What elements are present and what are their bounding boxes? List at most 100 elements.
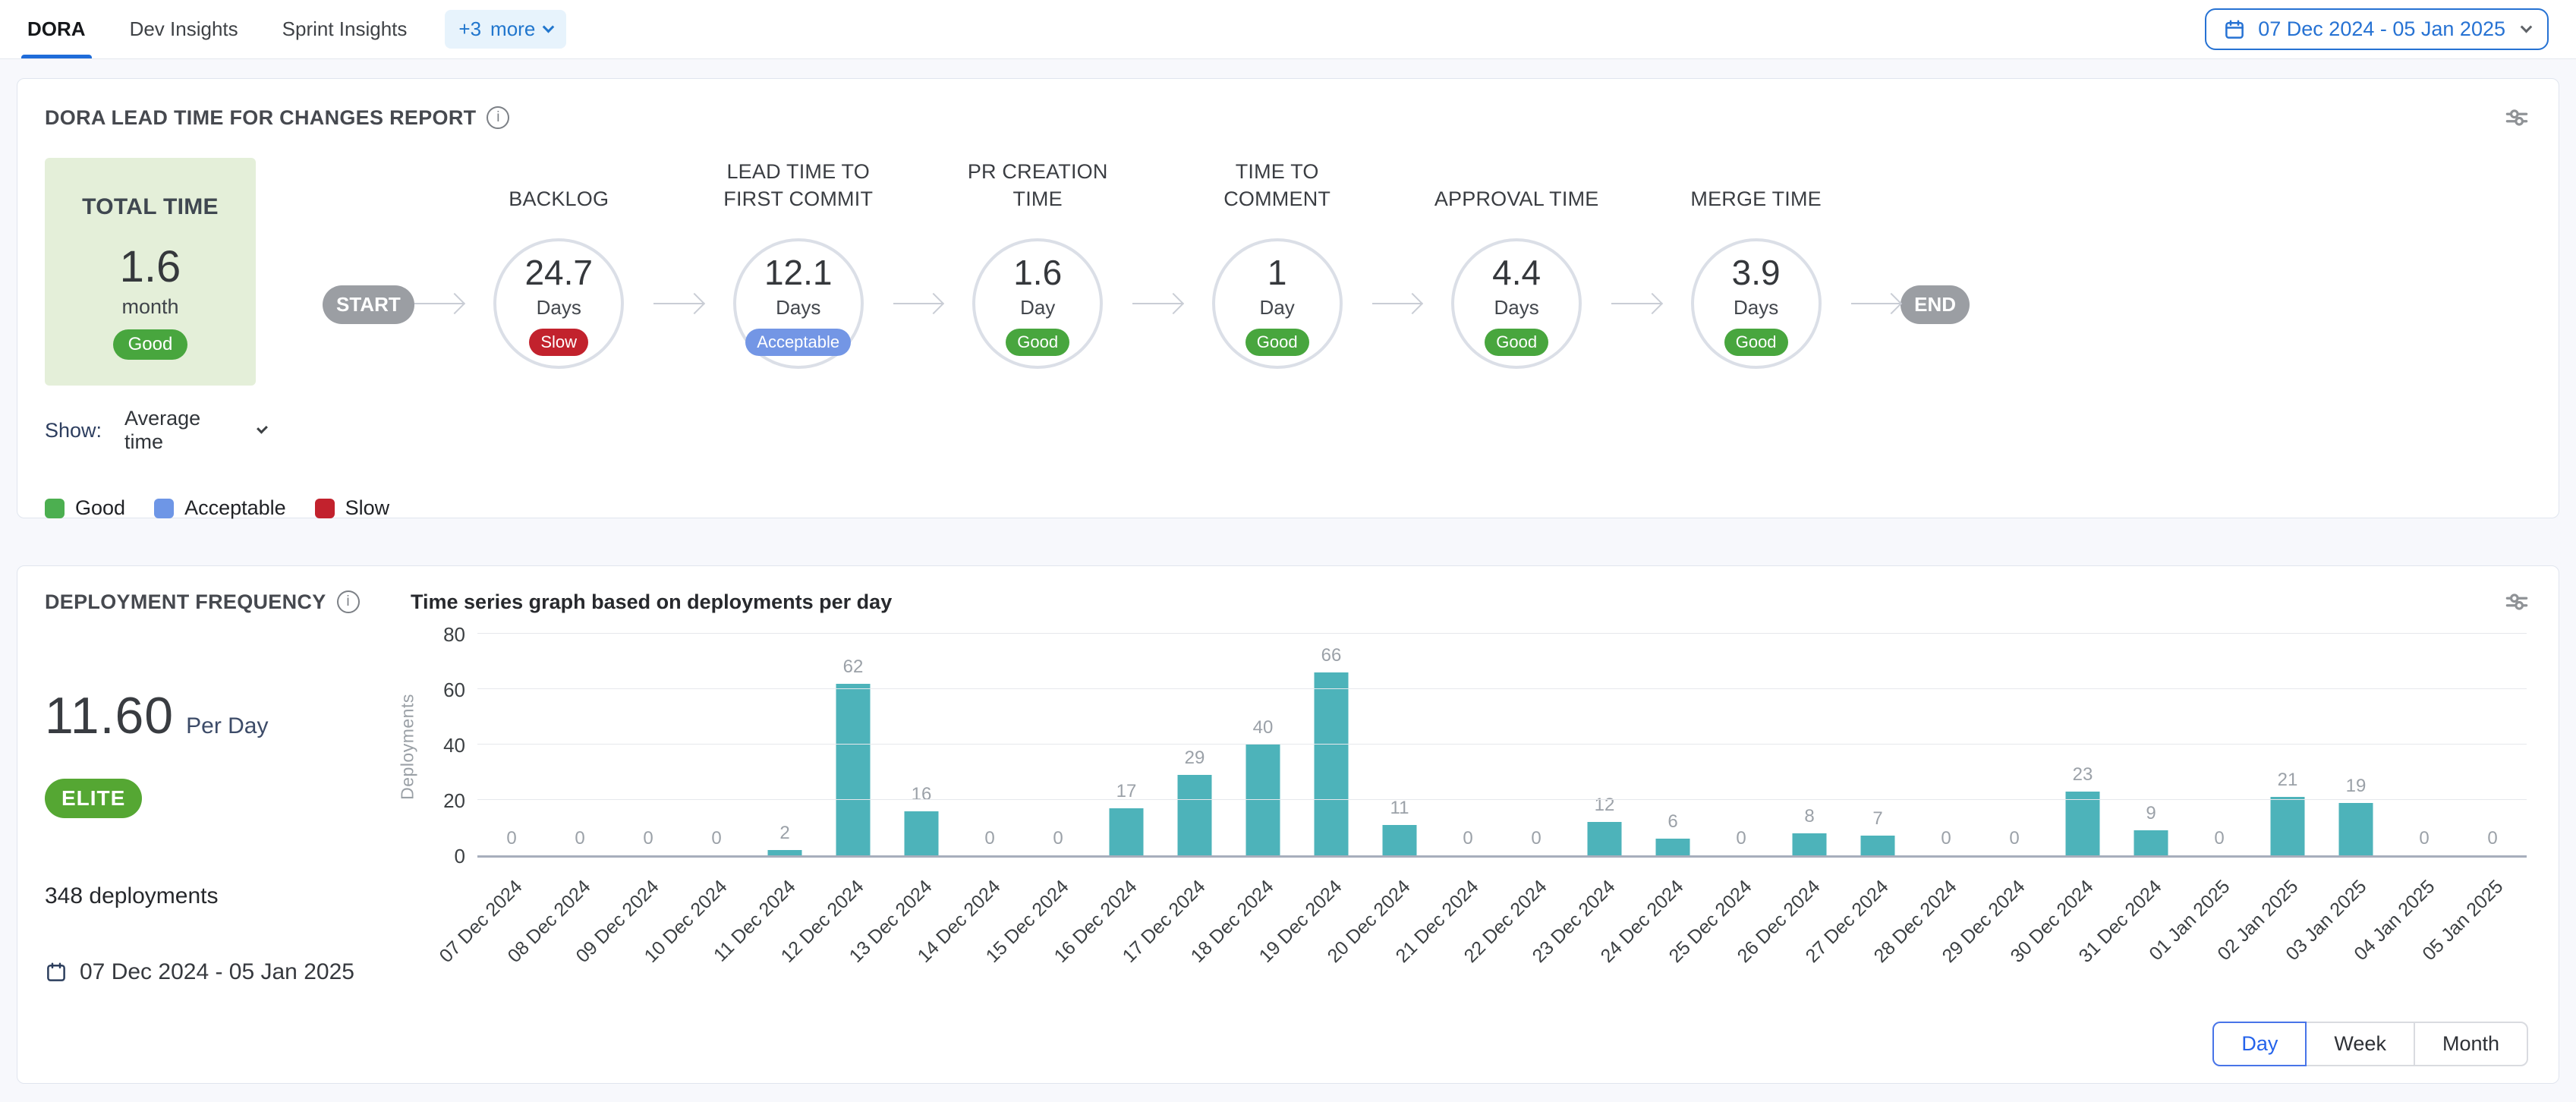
chart-bar-slot: 2	[751, 636, 819, 855]
tab-dev-insights[interactable]: Dev Insights	[130, 0, 238, 58]
stage-unit: Day	[1260, 296, 1295, 320]
bar-value-label: 6	[1667, 811, 1677, 833]
deployments-bar-chart: Deployments 020406080 000026216001729406…	[388, 636, 2531, 993]
stage-unit: Days	[1494, 296, 1539, 320]
lead-time-panel-title: DORA LEAD TIME FOR CHANGES REPORT	[45, 106, 476, 130]
flow-arrow-icon	[1132, 303, 1182, 304]
bar-value-label: 0	[2009, 828, 2019, 849]
chart-bar[interactable]	[1861, 836, 1895, 855]
bar-value-label: 8	[1804, 806, 1814, 827]
deployment-frequency-panel: DEPLOYMENT FREQUENCY Time series graph b…	[17, 565, 2559, 1084]
lead-time-panel-header: DORA LEAD TIME FOR CHANGES REPORT	[45, 103, 2531, 132]
elite-tier-badge: ELITE	[45, 779, 142, 818]
bar-value-label: 0	[711, 828, 721, 849]
chart-bar[interactable]	[768, 850, 802, 855]
deployment-rate: 11.60 Per Day	[45, 686, 388, 745]
bar-value-label: 0	[1736, 828, 1746, 849]
stage-label: APPROVAL TIME	[1434, 158, 1599, 213]
chart-bar-slot: 0	[1707, 636, 1775, 855]
tab-dora[interactable]: DORA	[27, 0, 86, 58]
chart-bar[interactable]	[1383, 825, 1417, 855]
status-badge: Good	[1245, 329, 1309, 356]
show-dropdown-value: Average time	[124, 407, 203, 454]
legend-swatch	[154, 499, 174, 518]
chart-bar[interactable]	[836, 684, 871, 855]
legend-swatch	[315, 499, 335, 518]
bar-value-label: 9	[2146, 803, 2156, 824]
stage-value: 1.6	[1013, 252, 1062, 293]
info-icon[interactable]	[337, 590, 360, 613]
deployment-rate-unit: Per Day	[186, 713, 268, 739]
gridline	[477, 744, 2527, 745]
deployment-date-range-text: 07 Dec 2024 - 05 Jan 2025	[80, 959, 354, 985]
chart-bar[interactable]	[2339, 803, 2373, 855]
stage-unit: Days	[1734, 296, 1778, 320]
legend-item-acceptable: Acceptable	[154, 496, 286, 520]
stage-label: TIME TO COMMENT	[1183, 158, 1372, 213]
stage-value: 1	[1268, 252, 1287, 293]
deployment-title-group: DEPLOYMENT FREQUENCY	[45, 590, 388, 614]
granularity-month[interactable]: Month	[2414, 1022, 2528, 1066]
chart-bar[interactable]	[1793, 833, 1827, 855]
legend-item-good: Good	[45, 496, 125, 520]
chart-bar[interactable]	[2134, 830, 2168, 855]
bar-value-label: 40	[1253, 717, 1274, 738]
stage-circle: 3.9DaysGood	[1691, 238, 1822, 369]
legend-label: Acceptable	[184, 496, 286, 520]
bar-value-label: 0	[1463, 828, 1472, 849]
stage-value: 24.7	[524, 252, 593, 293]
status-badge: Slow	[529, 329, 588, 356]
date-range-picker[interactable]: 07 Dec 2024 - 05 Jan 2025	[2205, 8, 2549, 50]
chart-bar[interactable]	[2271, 797, 2305, 855]
chart-bar[interactable]	[1110, 808, 1144, 855]
tab-sprint-insights[interactable]: Sprint Insights	[282, 0, 408, 58]
chart-settings-button[interactable]	[2502, 103, 2531, 132]
bar-value-label: 62	[843, 656, 864, 678]
show-row: Show: Average time	[45, 407, 256, 454]
stage-value: 4.4	[1492, 252, 1541, 293]
chart-bar[interactable]	[1588, 822, 1622, 855]
chevron-down-icon	[2521, 21, 2533, 33]
chart-bar-slot: 0	[956, 636, 1024, 855]
bar-value-label: 0	[1941, 828, 1951, 849]
info-icon[interactable]	[487, 106, 509, 129]
show-average-dropdown[interactable]: Average time	[102, 407, 266, 454]
stage-circle: 4.4 Days Good	[1451, 238, 1582, 369]
chart-bar[interactable]	[1315, 672, 1349, 855]
status-badge: Good	[1485, 329, 1548, 356]
deployment-panel-title: DEPLOYMENT FREQUENCY	[45, 590, 326, 614]
y-axis: 020406080	[418, 636, 465, 858]
total-time-card: TOTAL TIME 1.6 month Good	[45, 158, 256, 386]
flow-stage-time-to-comment: TIME TO COMMENT 1 Day Good	[1183, 158, 1372, 369]
chart-title: Time series graph based on deployments p…	[388, 590, 892, 614]
dora-dashboard: DORADev InsightsSprint Insights +3 more …	[0, 0, 2576, 1102]
deployment-panel-header: DEPLOYMENT FREQUENCY Time series graph b…	[45, 587, 2531, 616]
y-axis-tick: 80	[443, 623, 465, 647]
chart-settings-button[interactable]	[2502, 587, 2531, 616]
bar-value-label: 0	[1053, 828, 1063, 849]
flow-stage-lead-time-to-first-commit: LEAD TIME TO FIRST COMMIT12.1DaysAccepta…	[704, 158, 893, 369]
chart-bar[interactable]	[1246, 745, 1280, 855]
status-badge: Good	[1724, 329, 1788, 356]
granularity-week[interactable]: Week	[2305, 1022, 2415, 1066]
bar-value-label: 0	[984, 828, 994, 849]
chart-bars: 0000262160017294066110012608700239021190…	[477, 636, 2527, 855]
stage-unit: Day	[1020, 296, 1055, 320]
chart-bar-slot: 19	[2322, 636, 2390, 855]
chart-bar-slot: 23	[2049, 636, 2117, 855]
chart-bar[interactable]	[1656, 839, 1690, 855]
flow-stage-merge-time: MERGE TIME3.9DaysGood	[1661, 158, 1851, 369]
bar-value-label: 11	[1390, 798, 1409, 819]
more-tabs-button[interactable]: +3 more	[445, 10, 566, 49]
granularity-toggle: DayWeekMonth	[2212, 1022, 2528, 1066]
chart-bar-slot: 7	[1844, 636, 1912, 855]
chart-bar[interactable]	[2066, 792, 2100, 855]
chart-bar-slot: 0	[682, 636, 751, 855]
total-time-label: TOTAL TIME	[45, 194, 256, 220]
granularity-day[interactable]: Day	[2212, 1022, 2307, 1066]
y-axis-title: Deployments	[398, 694, 418, 800]
bar-value-label: 23	[2073, 764, 2093, 786]
chart-bar-slot: 21	[2253, 636, 2322, 855]
chart-bar[interactable]	[1178, 775, 1212, 855]
chart-bar[interactable]	[905, 811, 939, 855]
